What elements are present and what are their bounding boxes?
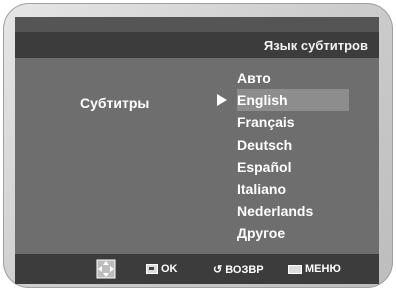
top-band bbox=[15, 17, 379, 32]
menu-header: Язык субтитров bbox=[15, 32, 379, 58]
language-option[interactable]: Авто bbox=[237, 67, 349, 89]
dpad-icon bbox=[96, 259, 116, 279]
back-hint[interactable]: ↺ ВОЗВР bbox=[213, 263, 264, 277]
back-label: ВОЗВР bbox=[225, 263, 264, 276]
subtitles-label: Субтитры bbox=[80, 95, 150, 111]
language-option[interactable]: Другое bbox=[237, 222, 349, 244]
language-option[interactable]: Nederlands bbox=[237, 200, 349, 222]
language-option[interactable]: Français bbox=[237, 111, 349, 133]
ok-hint[interactable]: OK bbox=[146, 263, 178, 275]
ok-label: OK bbox=[161, 263, 178, 275]
language-option[interactable]: Deutsch bbox=[237, 134, 349, 156]
ok-icon bbox=[146, 264, 158, 274]
language-option-selected[interactable]: English bbox=[217, 89, 349, 112]
language-list: Авто English Français Deutsch Español It… bbox=[217, 67, 349, 245]
language-option-label: English bbox=[237, 92, 288, 109]
menu-label: МЕНЮ bbox=[305, 263, 341, 275]
language-option[interactable]: Español bbox=[237, 156, 349, 178]
menu-icon bbox=[288, 264, 302, 274]
menu-hint[interactable]: МЕНЮ bbox=[288, 263, 341, 275]
menu-title: Язык субтитров bbox=[263, 38, 368, 53]
footer-bar: OK ↺ ВОЗВР МЕНЮ bbox=[15, 254, 379, 284]
selection-arrow-icon bbox=[217, 94, 227, 107]
return-icon: ↺ bbox=[213, 264, 223, 276]
language-option[interactable]: Italiano bbox=[237, 178, 349, 200]
